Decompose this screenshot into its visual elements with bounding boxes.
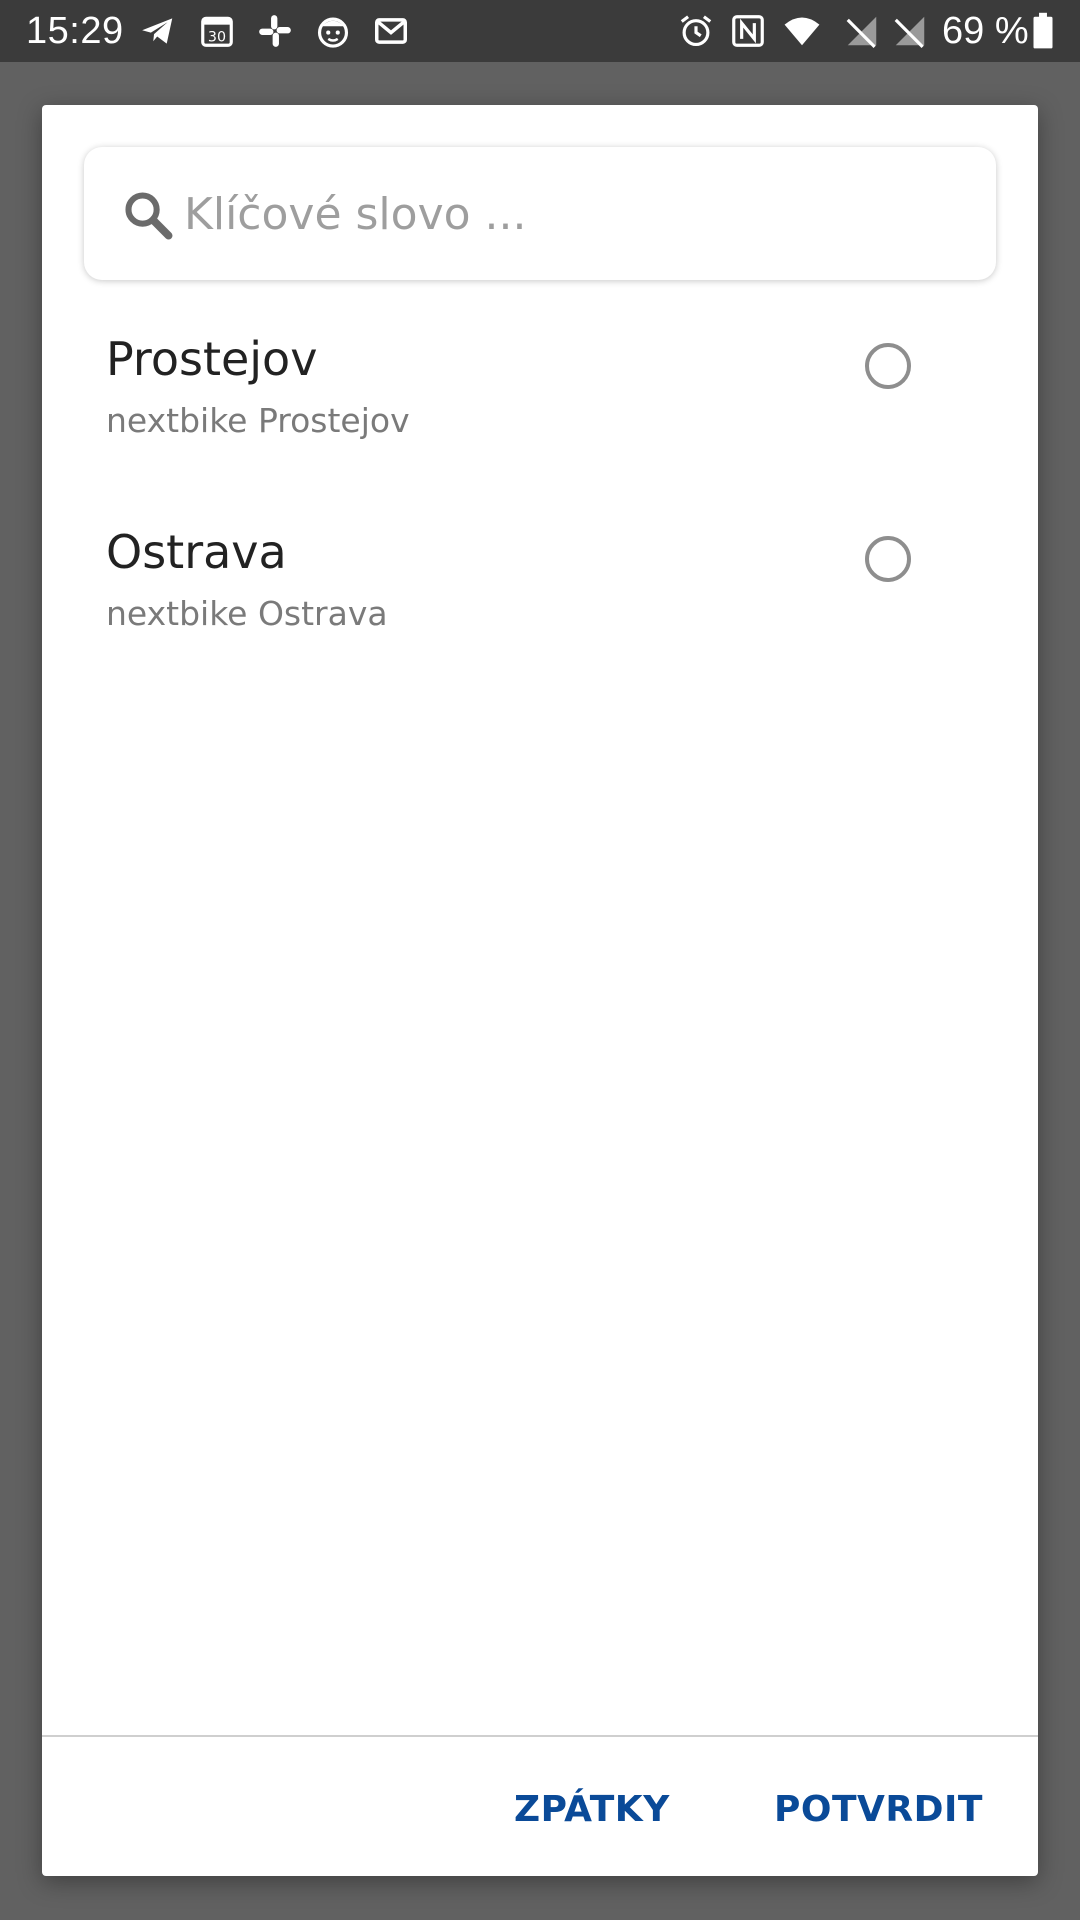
gmail-icon xyxy=(371,12,411,50)
list-item-title: Ostrava xyxy=(106,525,287,579)
alarm-icon xyxy=(676,12,716,50)
confirm-button[interactable]: POTVRDIT xyxy=(774,1780,983,1840)
telegram-icon xyxy=(138,12,178,50)
calendar-day: 30 xyxy=(208,29,226,45)
nfc-icon xyxy=(728,12,768,50)
list-item-title: Prostejov xyxy=(106,332,318,386)
dialog-divider xyxy=(42,1735,1038,1737)
search-input[interactable] xyxy=(184,175,964,253)
search-icon xyxy=(122,189,174,241)
slack-icon xyxy=(255,12,295,50)
battery-icon xyxy=(1030,12,1056,50)
radio-button-prostejov[interactable] xyxy=(865,343,911,389)
status-time: 15:29 xyxy=(26,10,124,52)
list-item-prostejov[interactable]: Prostejov nextbike Prostejov xyxy=(42,305,1038,498)
list-item-subtitle: nextbike Prostejov xyxy=(106,401,410,440)
no-signal-icon xyxy=(890,12,930,50)
no-signal-icon xyxy=(842,12,882,50)
list-item-ostrava[interactable]: Ostrava nextbike Ostrava xyxy=(42,498,1038,691)
back-button[interactable]: ZPÁTKY xyxy=(514,1780,670,1840)
system-list: Prostejov nextbike Prostejov Ostrava nex… xyxy=(42,305,1038,691)
face-app-icon xyxy=(313,12,353,50)
calendar-icon: 30 xyxy=(197,12,237,50)
select-system-dialog: Prostejov nextbike Prostejov Ostrava nex… xyxy=(42,105,1038,1876)
wifi-icon xyxy=(782,12,822,50)
status-bar: 15:29 30 69 % xyxy=(0,0,1080,62)
battery-percentage: 69 % xyxy=(942,10,1029,52)
radio-button-ostrava[interactable] xyxy=(865,536,911,582)
list-item-subtitle: nextbike Ostrava xyxy=(106,594,388,633)
search-box[interactable] xyxy=(84,147,996,280)
